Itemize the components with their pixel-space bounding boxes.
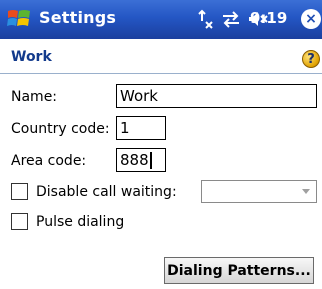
close-button[interactable]: × <box>301 9 321 29</box>
area-code-input[interactable]: 888 <box>116 148 166 172</box>
disable-call-waiting-label: Disable call waiting: <box>36 184 177 200</box>
text-caret <box>149 151 152 169</box>
name-input[interactable]: Work <box>116 84 317 108</box>
area-code-label: Area code: <box>11 153 87 169</box>
dialing-patterns-label: Dialing Patterns... <box>167 262 311 279</box>
close-icon: × <box>305 11 317 27</box>
name-value: Work <box>120 87 158 105</box>
app-title: Settings <box>39 8 117 27</box>
country-code-input[interactable]: 1 <box>116 116 166 140</box>
page-title: Work <box>11 49 52 65</box>
dialing-patterns-button[interactable]: Dialing Patterns... <box>164 257 314 284</box>
pulse-dialing-label: Pulse dialing <box>36 214 125 230</box>
disable-call-waiting-checkbox[interactable] <box>11 183 28 200</box>
country-code-value: 1 <box>120 119 130 137</box>
page-header: Work ? <box>0 39 322 74</box>
help-icon[interactable]: ? <box>302 50 320 68</box>
connectivity-icon[interactable] <box>220 9 242 29</box>
call-waiting-dropdown[interactable] <box>201 180 317 203</box>
windows-start-icon[interactable] <box>6 6 32 32</box>
signal-icon[interactable] <box>196 9 214 29</box>
title-bar: Settings 9:19 × <box>0 0 322 39</box>
clock[interactable]: 9:19 <box>250 9 287 27</box>
area-code-value: 888 <box>120 151 149 169</box>
chevron-down-icon <box>302 189 310 194</box>
pulse-dialing-checkbox[interactable] <box>11 213 28 230</box>
name-label: Name: <box>11 89 58 105</box>
country-code-label: Country code: <box>11 121 110 137</box>
